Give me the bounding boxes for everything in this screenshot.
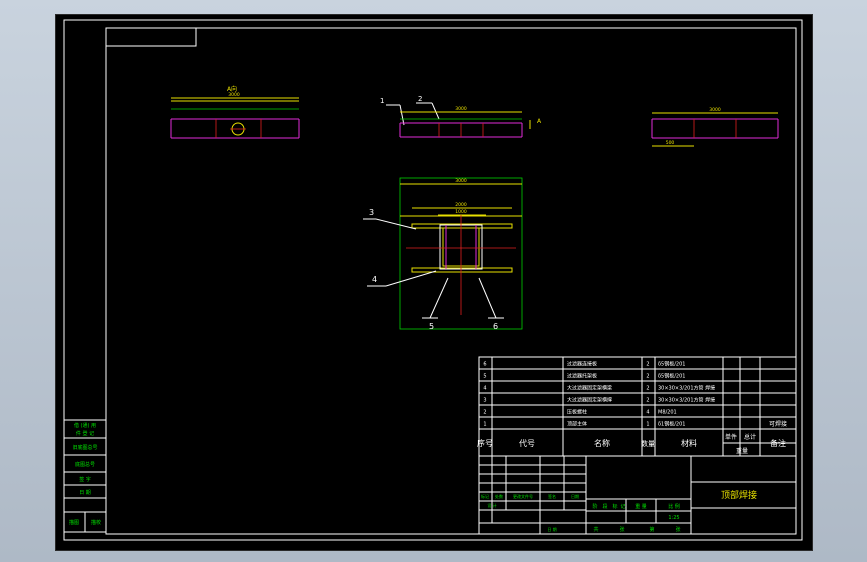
- view-top-middle: 1 2 3000 A: [380, 95, 542, 138]
- bom-cell-name: 过滤器托架板: [567, 373, 597, 380]
- bom-cell-name: 大过滤器固定架横撑: [567, 397, 612, 404]
- scale-value: 1:25: [668, 515, 679, 521]
- weight-label: 重 量: [635, 503, 647, 510]
- stage-label-2: 标: [612, 503, 617, 510]
- bom-header-qty: 数量: [641, 439, 655, 448]
- dim-top-left: 3000: [228, 92, 240, 98]
- sign-label-4: 日期: [571, 493, 579, 499]
- side-item-4: 签 字: [79, 476, 91, 483]
- bom-header-unit: 单件: [725, 433, 737, 441]
- callout-6: 6: [493, 322, 498, 331]
- side-item-1: 件 登 记: [76, 430, 94, 437]
- view-top-right: 3000 500: [651, 107, 779, 147]
- bom-row1-remark: 可焊接: [769, 420, 787, 428]
- sign-label-0: 标记: [481, 493, 489, 499]
- sheet-label-0: 共: [593, 526, 598, 533]
- dim-top-middle: 3000: [455, 106, 467, 112]
- cad-viewport[interactable]: 借 (通) 用 件 登 记 旧底图总号 底图总号 签 字 日 期 描图 描校 A…: [55, 14, 813, 551]
- dim-top-right: 3000: [709, 107, 721, 113]
- drawing-name: 顶部焊接: [721, 489, 757, 501]
- stage-label-1: 段: [602, 503, 607, 510]
- sheet-inner-border: [105, 27, 797, 535]
- side-item-6: 描图: [69, 519, 79, 526]
- date-label: 日 期: [547, 526, 556, 532]
- dim-main-0: 3000: [455, 178, 467, 184]
- callout-1: 1: [380, 97, 384, 105]
- bom-cell-name: 大过滤器固定架横梁: [567, 385, 612, 392]
- bom-cell-material: δ5钢板/201: [658, 373, 685, 380]
- bom-cell-no: 5: [483, 374, 486, 380]
- scale-label: 比 例: [668, 503, 680, 510]
- bom-cell-no: 4: [483, 386, 486, 392]
- bom-header-material: 材料: [681, 438, 697, 448]
- section-a-label: A: [537, 118, 542, 125]
- stage-label-0: 阶: [592, 503, 597, 510]
- bom-cell-no: 6: [483, 362, 486, 368]
- view-a-label: A向: [227, 85, 237, 93]
- bom-header-weight: 重量: [736, 447, 748, 455]
- title-block: 顶部焊接 阶 段 标 记 重 量 比 例 1:25 共 张 第 张 标记 处数 …: [478, 455, 797, 535]
- bom-cell-no: 3: [483, 398, 486, 404]
- callout-2: 2: [418, 95, 422, 103]
- side-item-7: 描校: [91, 519, 101, 526]
- bom-cell-name: 压板螺柱: [567, 409, 587, 416]
- side-panel: 借 (通) 用 件 登 记 旧底图总号 底图总号 签 字 日 期 描图 描校: [63, 419, 107, 533]
- bom-header-code: 代号: [519, 438, 535, 448]
- bom-cell-material: δ5钢板/201: [658, 361, 685, 368]
- code-box: [105, 27, 197, 47]
- stage-label-3: 记: [620, 503, 625, 510]
- side-item-3: 底图总号: [75, 461, 95, 468]
- designer-label: 设 计: [487, 502, 496, 508]
- bom-cell-material: M8/201: [658, 410, 677, 416]
- callout-3: 3: [369, 208, 374, 217]
- bom-cell-material: 30×30×3/201方管 焊接: [658, 385, 715, 392]
- bom-header-total: 总计: [744, 433, 756, 441]
- sign-label-2: 更改文件号: [513, 493, 533, 499]
- sign-label-1: 处数: [495, 493, 503, 499]
- bom-cell-qty: 2: [646, 386, 649, 392]
- sign-label-3: 签名: [548, 493, 556, 499]
- bom-cell-name: 过滤器连接板: [567, 361, 597, 368]
- bom-cell-qty: 4: [646, 410, 649, 416]
- bom-cell-qty: 2: [646, 398, 649, 404]
- bom-header-name: 名称: [594, 438, 610, 448]
- bom-header: 序号 代号 名称 数量 材料 单件 总计 重量 备注 可焊接: [477, 420, 787, 455]
- bom-cell-qty: 2: [646, 374, 649, 380]
- callout-5: 5: [429, 322, 434, 331]
- dim-main-1: 2000: [455, 202, 467, 208]
- bom-header-remark: 备注: [770, 438, 786, 448]
- view-main-section: 3000 2000 1000 3 4 5 6: [363, 177, 523, 331]
- bom-header-no: 序号: [477, 438, 493, 448]
- bom-cell-name: 顶部主体: [567, 421, 587, 428]
- callout-4: 4: [372, 275, 377, 284]
- dim-main-2: 1000: [455, 209, 467, 215]
- side-item-5: 日 期: [79, 490, 91, 496]
- bom-cell-no: 2: [483, 410, 486, 416]
- sheet-label-1: 张: [619, 526, 624, 533]
- sheet-label-3: 张: [675, 526, 680, 533]
- side-item-0: 借 (通) 用: [74, 422, 96, 429]
- bom-cell-no: 1: [483, 422, 486, 428]
- bom-cell-qty: 1: [646, 422, 649, 428]
- bom-cell-material: δ1钢板/201: [658, 421, 685, 428]
- side-item-2: 旧底图总号: [72, 444, 97, 451]
- view-top-left: A向 3000: [170, 85, 300, 139]
- sheet-label-2: 第: [649, 526, 654, 533]
- bom-cell-material: 30×30×3/201方管 焊接: [658, 397, 715, 404]
- bom-cell-qty: 2: [646, 362, 649, 368]
- dim-small: 500: [666, 140, 675, 146]
- drawing-canvas[interactable]: 借 (通) 用 件 登 记 旧底图总号 底图总号 签 字 日 期 描图 描校 A…: [56, 15, 812, 550]
